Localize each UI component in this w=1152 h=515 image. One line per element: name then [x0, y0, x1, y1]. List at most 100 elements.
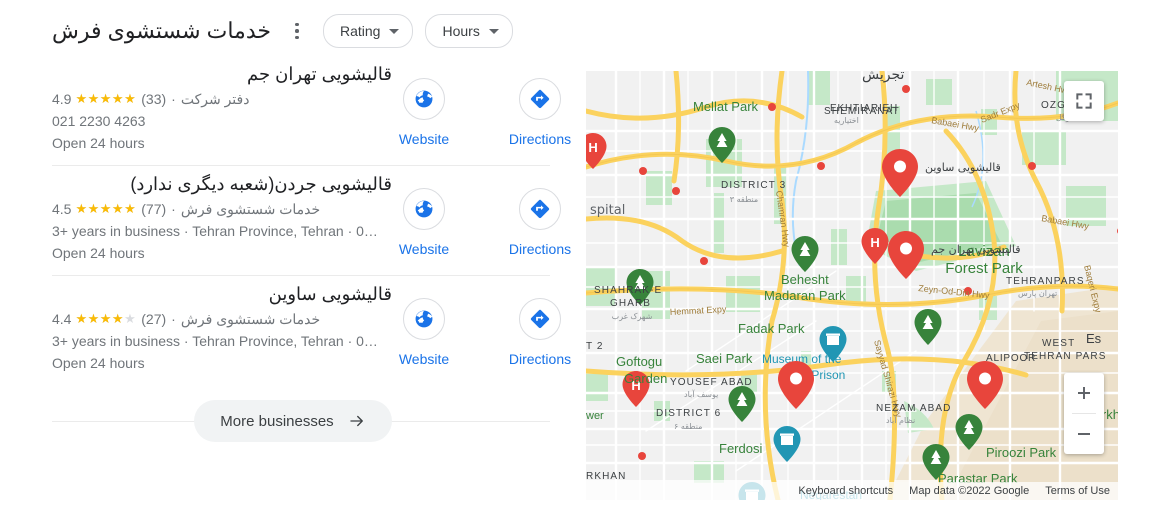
star-rating: ★★★★★★★★★★ [75, 91, 137, 106]
map-label: YOUSEF ABAD [670, 377, 753, 388]
list-item[interactable]: قالیشویی ساوین 4.4 ★★★★★★★★★★ (27) · خدم… [0, 276, 586, 386]
map-label: Fadak Park [738, 321, 805, 336]
listing-info: قالیشویی ساوین 4.4 ★★★★★★★★★★ (27) · خدم… [52, 276, 392, 373]
business-category: دفتر شرکت [180, 91, 250, 107]
pin-label-tehranjam: قالیشویی تهران جم [931, 243, 1020, 256]
directions-icon [519, 298, 561, 340]
map-label: TEHRAN PARS [1024, 351, 1106, 362]
website-button[interactable]: Website [385, 298, 463, 368]
fullscreen-icon [1076, 93, 1092, 109]
business-meta: 021 2230 4263 [52, 113, 146, 129]
arrow-right-icon [350, 415, 363, 427]
map-label: یوسف آباد [684, 389, 718, 399]
directions-label: Directions [508, 351, 572, 367]
more-businesses-label: More businesses [220, 412, 334, 430]
filter-chip-hours[interactable]: Hours [425, 14, 513, 48]
separator: · [171, 91, 176, 107]
map-label: WEST [1042, 338, 1075, 349]
map-label: Goftogu [616, 354, 662, 369]
map-label: GHARB [610, 298, 651, 309]
map-label: DISTRICT 6 [656, 408, 721, 419]
list-item[interactable]: قالیشویی تهران جم 4.9 ★★★★★ ★★★★★ (33) · … [0, 56, 586, 166]
business-meta: 3+ years in business · Tehran Province, … [52, 333, 378, 349]
map-label: SHAHRAK-E [594, 285, 662, 296]
directions-icon [519, 188, 561, 230]
map-label: Garden [624, 371, 667, 386]
directions-label: Directions [508, 131, 572, 147]
business-name: قالیشویی جردن(شعبه دیگری ندارد) [130, 174, 392, 194]
website-label: Website [398, 131, 450, 147]
more-vert-icon[interactable] [283, 16, 311, 46]
separator: · [171, 201, 176, 217]
svg-text:H: H [870, 235, 879, 250]
chevron-down-icon [389, 28, 400, 34]
map-label: منطقه ۳ [730, 195, 758, 204]
rating-row: 4.9 ★★★★★ ★★★★★ (33) · دفتر شرکت [52, 89, 392, 109]
terms-of-use-link[interactable]: Terms of Use [1045, 485, 1110, 497]
map-label: Es [1086, 331, 1102, 346]
map-label: TEHRANPARS [1006, 276, 1085, 287]
business-category: خدمات شستشوی فرش [180, 311, 321, 327]
list-item[interactable]: قالیشویی جردن(شعبه دیگری ندارد) 4.5 ★★★★… [0, 166, 586, 276]
map-zoom-controls [1064, 373, 1104, 454]
more-businesses-button[interactable]: More businesses [194, 400, 392, 442]
rating-value: 4.5 [52, 201, 72, 217]
filter-chip-rating-label: Rating [340, 23, 381, 39]
business-category: خدمات شستشوی فرش [180, 201, 321, 217]
svg-text:H: H [588, 140, 597, 155]
directions-button[interactable]: Directions [501, 298, 579, 368]
minus-icon [1078, 433, 1090, 435]
listing-info: قالیشویی تهران جم 4.9 ★★★★★ ★★★★★ (33) · … [52, 56, 392, 153]
globe-icon [403, 188, 445, 230]
map-label: اختیاریه [834, 116, 859, 125]
separator: · [171, 311, 176, 327]
business-name: قالیشویی تهران جم [247, 64, 392, 84]
map-label: تجریش [862, 71, 905, 83]
map-label: NEZAM ABAD [876, 403, 951, 414]
review-count: (77) [141, 201, 167, 217]
map-label: Piroozi Park [986, 445, 1057, 460]
review-count: (27) [141, 311, 167, 327]
directions-button[interactable]: Directions [501, 78, 579, 148]
chevron-down-icon [488, 28, 499, 34]
globe-icon [403, 298, 445, 340]
business-list: قالیشویی تهران جم 4.9 ★★★★★ ★★★★★ (33) · … [0, 56, 586, 442]
listing-actions: Website Directions [385, 298, 579, 368]
map-panel[interactable]: .rd { stroke:#ffffff; fill:none; stroke-… [586, 71, 1118, 500]
rating-value: 4.4 [52, 311, 72, 327]
page-title: خدمات شستشوی فرش [52, 18, 271, 43]
star-rating: ★★★★★★★★★★ [75, 201, 137, 216]
business-meta: 3+ years in business · Tehran Province, … [52, 223, 378, 239]
business-hours: Open 24 hours [52, 135, 145, 151]
zoom-out-button[interactable] [1064, 414, 1104, 454]
website-label: Website [398, 241, 450, 257]
map-canvas[interactable]: .rd { stroke:#ffffff; fill:none; stroke-… [586, 71, 1118, 500]
map-label: ALIPOOR [986, 353, 1036, 364]
directions-button[interactable]: Directions [501, 188, 579, 258]
website-button[interactable]: Website [385, 78, 463, 148]
pin-label-savin: قالیشویی ساوین [925, 161, 1001, 174]
map-label: DISTRICT 3 [721, 180, 786, 191]
map-label: Forest Park [945, 260, 1023, 277]
map-attribution: Keyboard shortcuts Map data ©2022 Google… [586, 482, 1118, 500]
zoom-in-button[interactable] [1064, 373, 1104, 413]
results-header: خدمات شستشوی فرش Rating Hours [0, 0, 586, 48]
map-label: Ferdosi [719, 441, 762, 456]
plus-icon [1078, 387, 1090, 399]
website-label: Website [398, 351, 450, 367]
fullscreen-button[interactable] [1064, 81, 1104, 121]
map-label: wer [586, 410, 604, 422]
map-label: تهران پارس [1018, 289, 1057, 298]
listing-info: قالیشویی جردن(شعبه دیگری ندارد) 4.5 ★★★★… [52, 166, 392, 263]
globe-icon [403, 78, 445, 120]
directions-icon [519, 78, 561, 120]
keyboard-shortcuts-link[interactable]: Keyboard shortcuts [798, 485, 893, 497]
results-panel: خدمات شستشوی فرش Rating Hours قالیشویی ت [0, 0, 586, 515]
website-button[interactable]: Website [385, 188, 463, 258]
map-label: T 2 [586, 341, 604, 352]
filter-chip-rating[interactable]: Rating [323, 14, 414, 48]
map-label: نظام آباد [886, 415, 915, 425]
filter-chip-hours-label: Hours [442, 23, 480, 39]
review-count: (33) [141, 91, 167, 107]
map-label: EKHTIARIEH [830, 103, 898, 114]
